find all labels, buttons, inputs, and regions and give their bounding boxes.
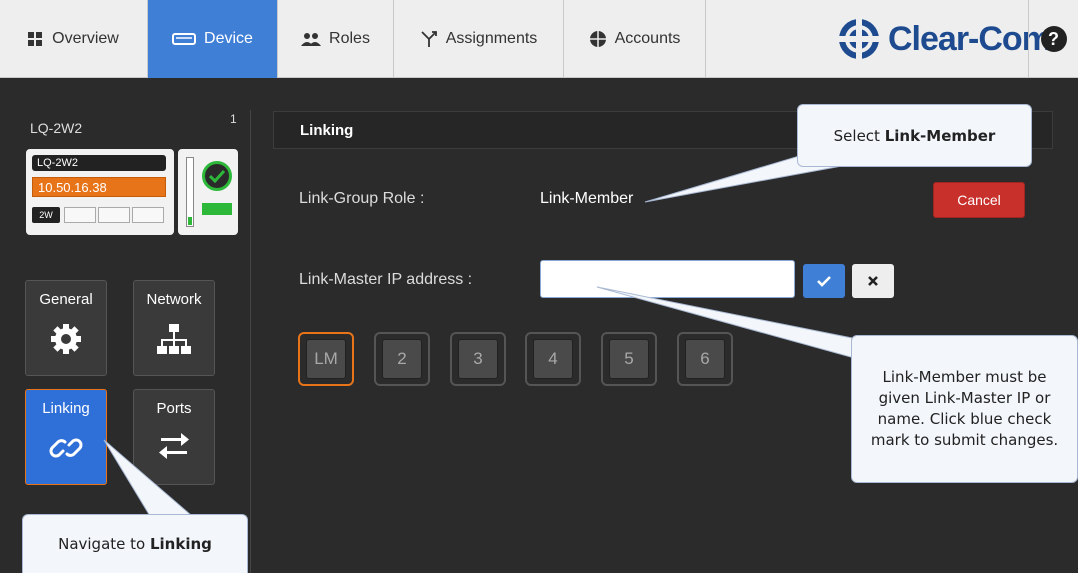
callout-select-bold: Link-Member [884, 126, 996, 145]
device-card-label: LQ-2W2 [32, 155, 166, 171]
port-slot [132, 207, 164, 223]
level-meter [186, 157, 194, 227]
tile-ports[interactable]: Ports [133, 389, 215, 485]
device-name: LQ-2W2 [30, 120, 83, 136]
connection-plug-icon [202, 203, 232, 215]
device-status-panel [178, 149, 238, 235]
callout-member-instructions: Link-Member must be given Link-Master IP… [851, 335, 1078, 483]
tile-linking-label: Linking [42, 400, 90, 417]
link-button-label: 4 [533, 339, 573, 379]
tab-overview[interactable]: Overview [0, 0, 148, 78]
device-slot-number: 1 [230, 112, 237, 126]
callout-navigate-prefix: Navigate to [58, 535, 150, 553]
tile-network-label: Network [146, 291, 202, 308]
swap-arrows-icon [159, 433, 189, 459]
assignments-fork-icon [421, 31, 437, 47]
roles-people-icon [301, 33, 322, 46]
tab-device[interactable]: Device [148, 0, 278, 78]
tab-device-label: Device [204, 30, 253, 47]
link-button-label: 3 [458, 339, 498, 379]
link-button-2[interactable]: 2 [374, 332, 430, 386]
link-button-label: 5 [609, 339, 649, 379]
link-button-label: LM [306, 339, 346, 379]
link-button-3[interactable]: 3 [450, 332, 506, 386]
link-button-label: 6 [685, 339, 725, 379]
link-master-ip-label: Link-Master IP address : [299, 271, 473, 288]
link-button-5[interactable]: 5 [601, 332, 657, 386]
tab-roles[interactable]: Roles [278, 0, 394, 78]
help-button[interactable]: ? [1028, 0, 1078, 78]
submit-check-button[interactable] [803, 264, 845, 298]
callout-member-text: Link-Member must be given Link-Master IP… [870, 368, 1059, 449]
link-group-role-value[interactable]: Link-Member [540, 190, 633, 208]
callout-select-link-member: Select Link-Member [797, 104, 1032, 167]
link-button-lm[interactable]: LM [298, 332, 354, 386]
accounts-globe-icon [589, 31, 606, 47]
tile-network[interactable]: Network [133, 280, 215, 376]
link-button-4[interactable]: 4 [525, 332, 581, 386]
tab-accounts-label: Accounts [614, 30, 681, 47]
network-icon [157, 324, 191, 354]
link-group-role-label: Link-Group Role : [299, 190, 425, 207]
status-ok-check-icon [202, 161, 232, 191]
callout-navigate-linking: Navigate to Linking [22, 514, 248, 573]
clear-com-logo-icon [838, 18, 880, 60]
device-ip-address: 10.50.16.38 [32, 177, 166, 197]
tab-accounts[interactable]: Accounts [564, 0, 706, 78]
device-card[interactable]: LQ-2W2 10.50.16.38 2W [26, 149, 174, 235]
link-icon [49, 438, 83, 458]
port-slot [98, 207, 130, 223]
tile-general[interactable]: General [25, 280, 107, 376]
help-icon: ? [1040, 26, 1067, 52]
close-icon [868, 276, 878, 286]
tile-general-label: General [39, 291, 93, 308]
overview-grid-icon [28, 32, 43, 46]
top-navigation-bar: Overview Device Roles Assignments Accoun… [0, 0, 1078, 78]
tab-assignments-label: Assignments [445, 30, 538, 47]
tab-roles-label: Roles [329, 30, 370, 47]
tab-overview-label: Overview [52, 30, 119, 47]
device-type-badge: 2W [32, 207, 60, 223]
tile-linking[interactable]: Linking [25, 389, 107, 485]
panel-title: Linking [300, 122, 354, 139]
check-icon [817, 276, 831, 287]
callout-navigate-bold: Linking [149, 535, 212, 553]
gear-icon [51, 324, 81, 354]
port-slot [64, 207, 96, 223]
tab-assignments[interactable]: Assignments [394, 0, 564, 78]
tile-ports-label: Ports [156, 400, 192, 417]
link-master-ip-input[interactable] [540, 260, 795, 298]
device-icon [172, 33, 197, 45]
cancel-button[interactable]: Cancel [933, 182, 1025, 218]
logo-text: Clear-Com [888, 19, 1052, 58]
callout-select-prefix: Select [833, 126, 885, 145]
clear-com-logo: Clear-Com [838, 14, 1052, 64]
link-button-6[interactable]: 6 [677, 332, 733, 386]
clear-x-button[interactable] [852, 264, 894, 298]
link-button-label: 2 [382, 339, 422, 379]
level-meter-fill [188, 217, 192, 225]
column-divider [250, 110, 251, 573]
